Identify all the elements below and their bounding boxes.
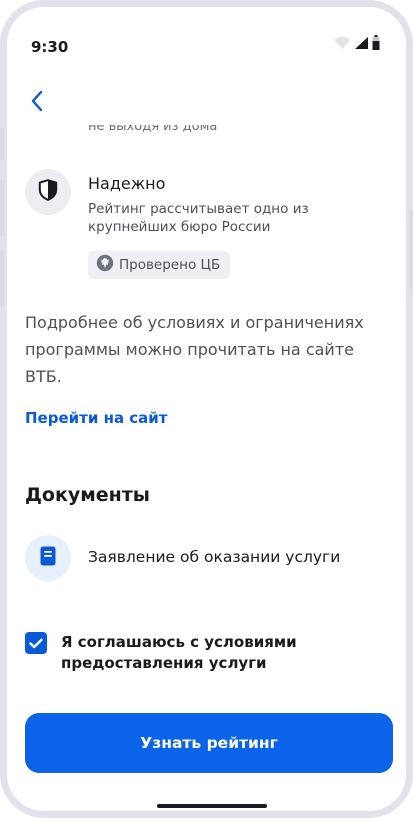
shield-icon xyxy=(38,179,58,205)
device-button-volume-down xyxy=(0,250,4,306)
consent-checkbox[interactable] xyxy=(25,632,47,654)
document-icon xyxy=(40,546,56,570)
status-icons xyxy=(334,35,380,54)
badge-label: Проверено ЦБ xyxy=(119,257,221,273)
battery-icon xyxy=(372,35,380,54)
chevron-left-icon xyxy=(30,89,44,117)
consent-label: Я соглашаюсь с условиями предоставления … xyxy=(61,633,297,672)
document-icon-wrap xyxy=(25,535,71,581)
status-bar: 9:30 xyxy=(7,7,406,79)
device-button-silent xyxy=(0,128,4,160)
documents-title: Документы xyxy=(25,484,150,506)
device-button-power xyxy=(409,210,413,290)
scroll-content[interactable]: не выходя из дома Надежно Рейтинг рассчи… xyxy=(7,125,406,705)
feature-description: Рейтинг рассчитывает одно из крупнейших … xyxy=(88,201,309,235)
status-time: 9:30 xyxy=(31,38,69,56)
document-label: Заявление об оказании услуги xyxy=(88,548,341,566)
phone-frame: 9:30 не выходя из дома Надежно Рейтинг р… xyxy=(0,0,413,818)
verified-badge: Проверено ЦБ xyxy=(88,251,231,279)
go-to-site-link[interactable]: Перейти на сайт xyxy=(25,409,168,427)
back-button[interactable] xyxy=(23,89,51,117)
check-icon xyxy=(29,634,43,653)
wifi-icon xyxy=(334,35,351,54)
consent-row: Я соглашаюсь с условиями предоставления … xyxy=(25,630,395,680)
feature-icon-wrap xyxy=(25,169,71,215)
central-bank-emblem-icon xyxy=(96,254,114,276)
home-indicator xyxy=(157,804,267,808)
get-rating-button[interactable]: Узнать рейтинг xyxy=(25,713,393,773)
document-item[interactable]: Заявление об оказании услуги xyxy=(25,535,395,583)
feature-title: Надежно xyxy=(88,174,166,193)
signal-icon xyxy=(354,35,369,54)
program-info-text: Подробнее об условиях и ограничениях про… xyxy=(25,313,364,386)
device-button-volume-up xyxy=(0,180,4,236)
feature-description-partial: не выходя из дома xyxy=(88,125,218,134)
